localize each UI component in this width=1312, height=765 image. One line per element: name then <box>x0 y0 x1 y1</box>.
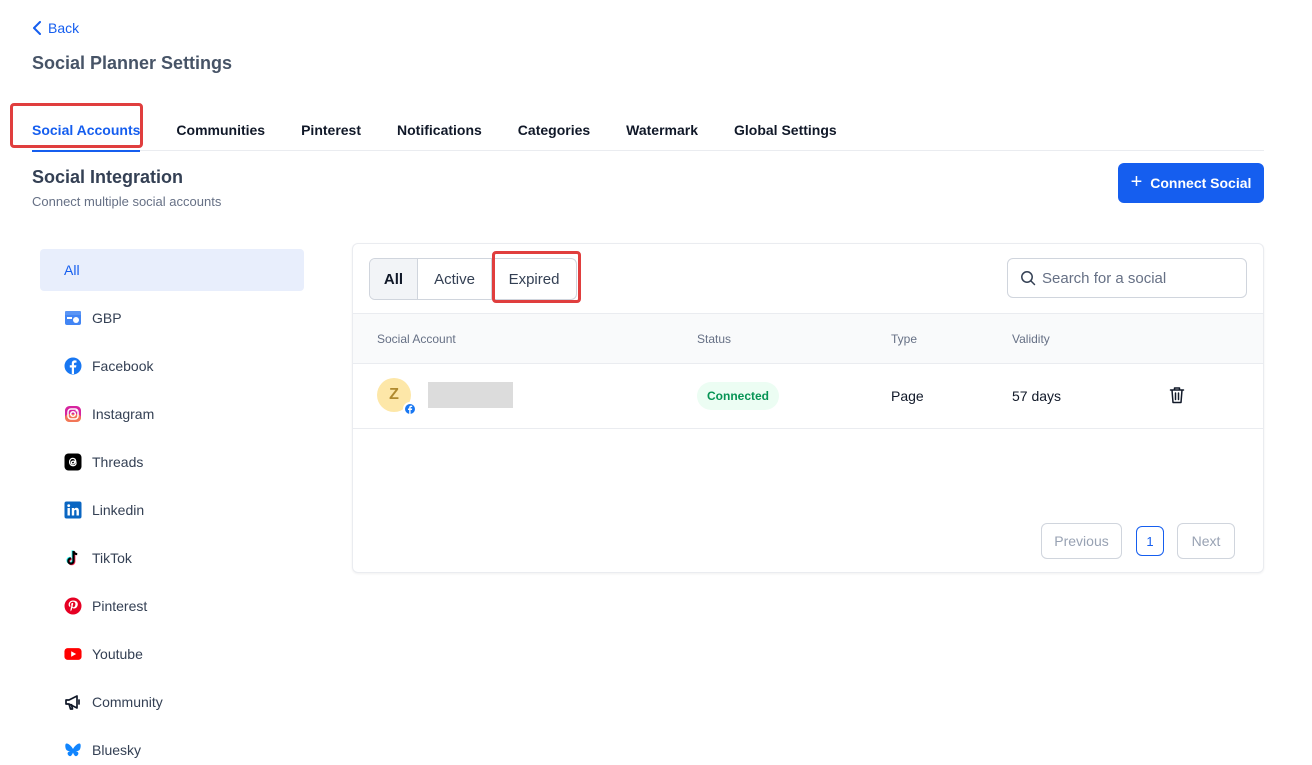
sidebar-item-label: Linkedin <box>92 502 145 518</box>
account-type: Page <box>891 388 924 404</box>
previous-page-button[interactable]: Previous <box>1041 523 1122 559</box>
sidebar-item-instagram[interactable]: Instagram <box>40 393 304 435</box>
tab-watermark[interactable]: Watermark <box>626 112 698 151</box>
facebook-icon <box>403 402 417 416</box>
connect-social-button[interactable]: + Connect Social <box>1118 163 1264 203</box>
megaphone-icon <box>64 693 82 711</box>
sidebar-item-linkedin[interactable]: Linkedin <box>40 489 304 531</box>
sidebar-item-label: Threads <box>92 454 144 470</box>
table-header: Social Account Status Type Validity <box>353 313 1263 364</box>
sidebar-item-label: Bluesky <box>92 742 142 758</box>
social-search <box>1007 258 1247 298</box>
sidebar-item-label: Facebook <box>92 358 154 374</box>
sidebar-item-gbp[interactable]: GBP <box>40 297 304 339</box>
status-filter: All Active Expired <box>369 258 577 300</box>
sidebar-item-label: Pinterest <box>92 598 148 614</box>
column-type: Type <box>891 332 918 346</box>
filter-expired-button[interactable]: Expired <box>492 259 576 299</box>
filter-all-button[interactable]: All <box>370 259 418 299</box>
search-icon <box>1021 271 1036 286</box>
sidebar-item-label: All <box>64 262 80 278</box>
tab-categories[interactable]: Categories <box>518 112 590 151</box>
column-status: Status <box>697 332 732 346</box>
table-row: Z Connected Page 57 days <box>353 364 1263 429</box>
instagram-icon <box>64 405 82 423</box>
column-validity: Validity <box>1012 332 1050 346</box>
page-title: Social Planner Settings <box>32 53 233 73</box>
network-sidebar: All GBP Facebook Instagram Threads Linke… <box>40 249 304 765</box>
linkedin-icon <box>64 501 82 519</box>
connect-social-label: Connect Social <box>1150 175 1252 191</box>
sidebar-item-label: GBP <box>92 310 122 326</box>
sidebar-item-facebook[interactable]: Facebook <box>40 345 304 387</box>
back-label: Back <box>48 20 80 36</box>
tab-notifications[interactable]: Notifications <box>397 112 482 151</box>
sidebar-item-label: Instagram <box>92 406 155 422</box>
sidebar-item-pinterest[interactable]: Pinterest <box>40 585 304 627</box>
tab-pinterest[interactable]: Pinterest <box>301 112 361 151</box>
sidebar-item-bluesky[interactable]: Bluesky <box>40 729 304 765</box>
bluesky-icon <box>64 741 82 759</box>
account-name-redacted <box>428 382 513 408</box>
facebook-icon <box>64 357 82 375</box>
sidebar-item-label: Community <box>92 694 163 710</box>
gbp-icon <box>64 309 82 327</box>
filter-active-button[interactable]: Active <box>418 259 492 299</box>
tab-communities[interactable]: Communities <box>176 112 265 151</box>
accounts-card: All Active Expired Social Account Status… <box>352 243 1264 573</box>
sidebar-item-all[interactable]: All <box>40 249 304 291</box>
status-badge: Connected <box>697 382 780 410</box>
search-input[interactable] <box>1042 269 1232 287</box>
pinterest-icon <box>64 597 82 615</box>
plus-icon: + <box>1130 171 1143 193</box>
sidebar-item-label: TikTok <box>92 550 132 566</box>
section-title: Social Integration <box>32 167 184 187</box>
next-page-button[interactable]: Next <box>1177 523 1235 559</box>
column-social-account: Social Account <box>377 332 456 346</box>
tab-global-settings[interactable]: Global Settings <box>734 112 837 151</box>
sidebar-item-community[interactable]: Community <box>40 681 304 723</box>
tiktok-icon <box>64 549 82 567</box>
threads-icon <box>64 453 82 471</box>
sidebar-item-tiktok[interactable]: TikTok <box>40 537 304 579</box>
section-subtitle: Connect multiple social accounts <box>32 194 222 209</box>
settings-tabs: Social Accounts Communities Pinterest No… <box>32 112 1264 152</box>
account-validity: 57 days <box>1012 388 1062 404</box>
back-link[interactable]: Back <box>32 20 79 36</box>
page-number-button[interactable]: 1 <box>1136 526 1164 556</box>
youtube-icon <box>64 645 82 663</box>
sidebar-item-label: Youtube <box>92 646 143 662</box>
sidebar-item-youtube[interactable]: Youtube <box>40 633 304 675</box>
sidebar-item-threads[interactable]: Threads <box>40 441 304 483</box>
trash-icon[interactable] <box>1169 386 1185 404</box>
chevron-left-icon <box>33 21 41 35</box>
tab-social-accounts[interactable]: Social Accounts <box>32 112 141 152</box>
